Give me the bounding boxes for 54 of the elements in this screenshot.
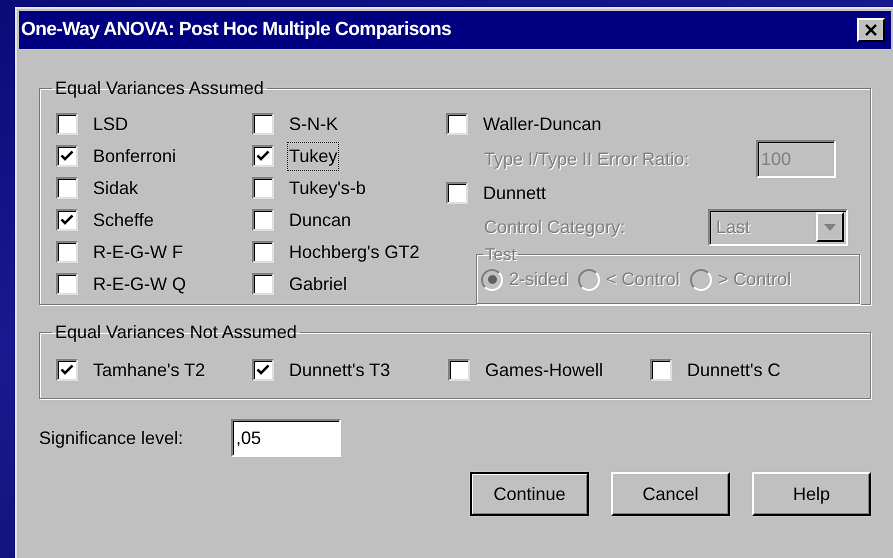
checkbox[interactable] [252, 273, 274, 295]
checkbox[interactable] [56, 359, 78, 381]
checkbox-label: S-N-K [288, 112, 339, 136]
checkbox[interactable] [56, 273, 78, 295]
checkbox-label: Hochberg's GT2 [288, 240, 420, 264]
checkbox[interactable] [650, 359, 672, 381]
checkbox[interactable] [252, 209, 274, 231]
checkbox[interactable] [252, 241, 274, 263]
significance-label: Significance level: [39, 426, 184, 450]
checkbox-label: Bonferroni [92, 144, 178, 168]
checkbox-label: Tukey's-b [288, 176, 367, 200]
group-legend: Equal Variances Not Assumed [52, 319, 300, 346]
significance-input[interactable]: ,05 [231, 419, 341, 457]
error-ratio-label: Type I/Type II Error Ratio: [484, 148, 690, 171]
dialog-button[interactable]: Cancel [611, 472, 730, 516]
checkbox-label: Dunnett [482, 182, 548, 204]
checkbox-label: Waller-Duncan [482, 112, 602, 136]
checkbox-label: R-E-G-W Q [92, 272, 187, 296]
checkbox[interactable] [252, 145, 274, 167]
checkbox[interactable] [56, 145, 78, 167]
checkbox[interactable] [448, 359, 470, 381]
checkbox-label: Tukey [288, 142, 338, 170]
checkbox[interactable] [252, 113, 274, 135]
check-icon [256, 150, 270, 162]
checkbox[interactable] [56, 209, 78, 231]
checkbox-label: R-E-G-W F [92, 240, 184, 264]
checkbox-label: Dunnett's T3 [288, 358, 392, 382]
control-category-label: Control Category: [484, 216, 626, 239]
radio-label: 2-sided [509, 268, 568, 291]
checkbox-label: Scheffe [92, 208, 155, 232]
check-icon [60, 214, 74, 226]
radio-label: > Control [718, 268, 792, 291]
checkbox-label: Gabriel [288, 272, 348, 296]
check-icon [60, 150, 74, 162]
group-legend: Equal Variances Assumed [52, 75, 267, 102]
checkbox-label: Games-Howell [484, 358, 604, 382]
checkbox-label: Dunnett's C [686, 358, 782, 382]
radio-label: < Control [606, 268, 680, 291]
checkbox[interactable] [56, 177, 78, 199]
check-icon [60, 364, 74, 376]
close-icon [864, 24, 878, 36]
checkbox[interactable] [56, 113, 78, 135]
check-icon [256, 364, 270, 376]
dialog-button[interactable]: Help [752, 472, 871, 516]
checkbox[interactable] [252, 177, 274, 199]
window-title: One-Way ANOVA: Post Hoc Multiple Comparisons [21, 18, 452, 42]
checkbox-label: Sidak [92, 176, 140, 200]
checkbox-label: LSD [92, 112, 130, 136]
close-button[interactable] [857, 18, 885, 42]
checkbox-label: Duncan [288, 208, 352, 232]
checkbox-label: Tamhane's T2 [92, 358, 206, 382]
checkbox[interactable] [252, 359, 274, 381]
dialog-button[interactable]: Continue [470, 472, 589, 516]
checkbox[interactable] [56, 241, 78, 263]
